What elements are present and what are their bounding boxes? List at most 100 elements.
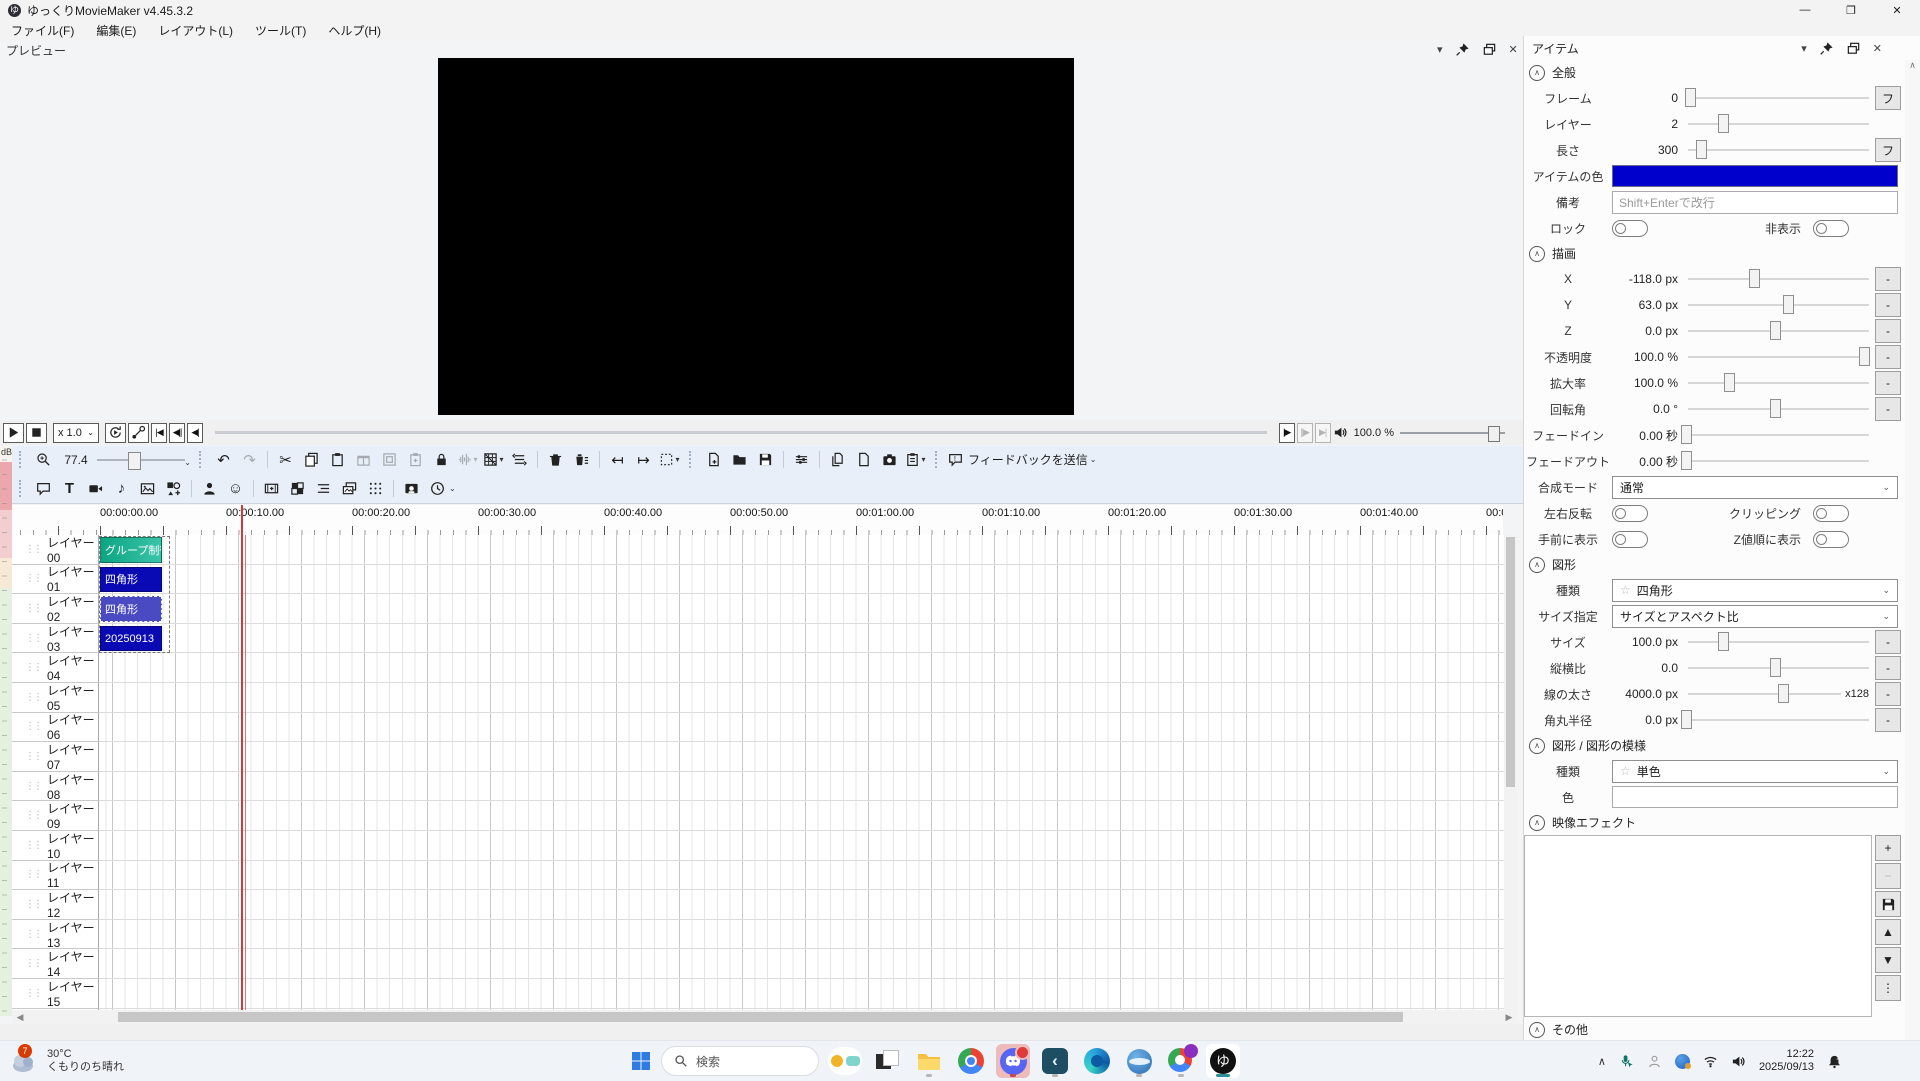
property-value[interactable]: 0.00 秒	[1612, 427, 1686, 444]
arrow-right-bar-button[interactable]: ↦	[632, 448, 655, 471]
gift-button[interactable]	[352, 448, 375, 471]
paste-button[interactable]	[326, 448, 349, 471]
taskbar-app-file-explorer[interactable]	[912, 1044, 946, 1078]
paste-special-button[interactable]	[404, 448, 427, 471]
collapse-chevron-icon[interactable]: ∧	[1529, 814, 1545, 831]
dotted-box-button[interactable]: ▾	[658, 448, 681, 471]
toggle-switch[interactable]	[1612, 219, 1648, 237]
property-value[interactable]: 0.0	[1612, 661, 1686, 675]
timeline-clip[interactable]: グループ制御	[100, 537, 162, 563]
taskbar-app-chrome-profile[interactable]	[1164, 1044, 1198, 1078]
slider-mode-button[interactable]: -	[1875, 682, 1901, 706]
send-feedback-button[interactable]: ! フィードバックを送信 ⌄	[948, 451, 1096, 468]
video-cam-button[interactable]	[84, 477, 107, 500]
section-header[interactable]: ∧ その他	[1524, 1017, 1904, 1040]
waveform-button[interactable]: ▾	[456, 448, 479, 471]
drag-handle-icon[interactable]: ⋮⋮	[25, 840, 43, 851]
smiley-button[interactable]: ☺	[224, 477, 247, 500]
property-value[interactable]: -118.0 px	[1612, 272, 1686, 286]
video-preview[interactable]	[438, 58, 1074, 415]
save-button[interactable]	[754, 448, 777, 471]
drag-handle-icon[interactable]: ⋮⋮	[25, 810, 43, 821]
property-value[interactable]: 0.00 秒	[1612, 453, 1686, 470]
dot-grid-button[interactable]	[364, 477, 387, 500]
menu-item-1[interactable]: 編集(E)	[85, 20, 147, 41]
layer-label[interactable]: ⋮⋮ レイヤー 03	[12, 623, 99, 654]
text-tool-button[interactable]: T	[58, 477, 81, 500]
timeline-clip[interactable]: 20250913	[100, 625, 162, 652]
layer-label[interactable]: ⋮⋮ レイヤー 10	[12, 830, 99, 861]
toggle-switch[interactable]	[1612, 530, 1648, 548]
taskbar-app-edge[interactable]	[1080, 1044, 1114, 1078]
arrow-left-bar-button[interactable]: ↤	[606, 448, 629, 471]
save-effect-button[interactable]	[1875, 891, 1901, 917]
shapes-plus-button[interactable]	[162, 477, 185, 500]
scroll-right-arrow-icon[interactable]: ▶	[1501, 1012, 1517, 1023]
property-slider[interactable]	[1686, 396, 1871, 422]
move-up-button[interactable]: ▲	[1875, 919, 1901, 945]
panel-scrollbar[interactable]: ∧	[1905, 60, 1920, 1040]
timeline-zoom-button[interactable]	[32, 448, 55, 471]
property-slider[interactable]	[1686, 681, 1843, 707]
property-value[interactable]: 100.0 px	[1612, 635, 1686, 649]
layer-track[interactable]	[99, 742, 1504, 772]
property-dropdown[interactable]: ☆ 四角形 ⌄	[1612, 578, 1898, 602]
speaker-tray-icon[interactable]	[1731, 1054, 1746, 1069]
property-slider[interactable]	[1686, 111, 1871, 137]
scroll-left-arrow-icon[interactable]: ◀	[12, 1012, 28, 1023]
drag-handle-icon[interactable]: ⋮⋮	[25, 929, 43, 940]
collapse-chevron-icon[interactable]: ∧	[1529, 1021, 1545, 1038]
toggle-switch[interactable]	[1612, 504, 1648, 522]
property-slider[interactable]	[1681, 448, 1871, 474]
collapse-chevron-icon[interactable]: ∧	[1529, 556, 1545, 573]
drag-handle-icon[interactable]: ⋮⋮	[25, 751, 43, 762]
stop-button[interactable]	[26, 422, 47, 443]
layer-label[interactable]: ⋮⋮ レイヤー 05	[12, 682, 99, 713]
timeline-ruler[interactable]: 00:00:00.00 00:00:10.00 00:00:20.00 00:00:3…	[12, 505, 1503, 536]
file-button[interactable]	[852, 448, 875, 471]
slider-mode-button[interactable]: フ	[1875, 86, 1901, 110]
layer-label[interactable]: ⋮⋮ レイヤー 02	[12, 594, 99, 624]
copy-file-button[interactable]	[826, 448, 849, 471]
slider-mode-button[interactable]: -	[1875, 397, 1901, 421]
favorite-star-icon[interactable]: ☆	[1620, 583, 1631, 597]
layer-label[interactable]: ⋮⋮ レイヤー 07	[12, 742, 99, 772]
move-down-button[interactable]: ▼	[1875, 947, 1901, 973]
toggle-switch[interactable]	[1813, 219, 1849, 237]
collapse-chevron-icon[interactable]: ∧	[1529, 245, 1545, 262]
layer-track[interactable]	[99, 979, 1504, 1009]
to-start-button[interactable]: |◀	[151, 422, 167, 443]
images-button[interactable]	[338, 477, 361, 500]
property-slider[interactable]	[1686, 655, 1871, 681]
property-value[interactable]: 0	[1612, 91, 1686, 105]
list-lines-button[interactable]	[312, 477, 335, 500]
layer-track[interactable]	[99, 653, 1504, 683]
playback-progress[interactable]	[215, 431, 1267, 434]
layer-track[interactable]	[99, 890, 1504, 920]
layer-label[interactable]: ⋮⋮ レイヤー 04	[12, 653, 99, 683]
blue-dot-tray-icon[interactable]	[1674, 1053, 1691, 1069]
layer-track[interactable]	[99, 565, 1504, 595]
property-slider[interactable]	[1686, 370, 1871, 396]
layer-label[interactable]: ⋮⋮ レイヤー 13	[12, 919, 99, 950]
menu-item-3[interactable]: ツール(T)	[244, 20, 317, 41]
slider-mode-button[interactable]: -	[1875, 293, 1901, 317]
layer-track[interactable]	[99, 920, 1504, 950]
slider-mode-button[interactable]: フ	[1875, 138, 1901, 162]
favorite-star-icon[interactable]: ☆	[1620, 764, 1631, 778]
layer-label[interactable]: ⋮⋮ レイヤー 08	[12, 771, 99, 802]
drag-handle-icon[interactable]: ⋮⋮	[25, 662, 43, 673]
restore-button[interactable]: ❐	[1828, 0, 1874, 20]
prev-frame-fast-button[interactable]: ◀||	[169, 422, 185, 443]
close-button[interactable]: ✕	[1874, 0, 1920, 20]
menu-item-0[interactable]: ファイル(F)	[0, 20, 85, 41]
minimize-button[interactable]: —	[1782, 0, 1828, 20]
layer-label[interactable]: ⋮⋮ レイヤー 00	[12, 535, 99, 565]
slider-mode-button[interactable]: -	[1875, 345, 1901, 369]
weather-widget[interactable]: 7 30°C くもりのち晴れ	[10, 1044, 210, 1074]
layer-track[interactable]	[99, 831, 1504, 861]
layer-track[interactable]	[99, 535, 1504, 565]
timeline-vertical-scrollbar[interactable]	[1504, 535, 1517, 1010]
layer-label[interactable]: ⋮⋮ レイヤー 15	[12, 978, 99, 1009]
drag-handle-icon[interactable]: ⋮⋮	[25, 633, 43, 644]
